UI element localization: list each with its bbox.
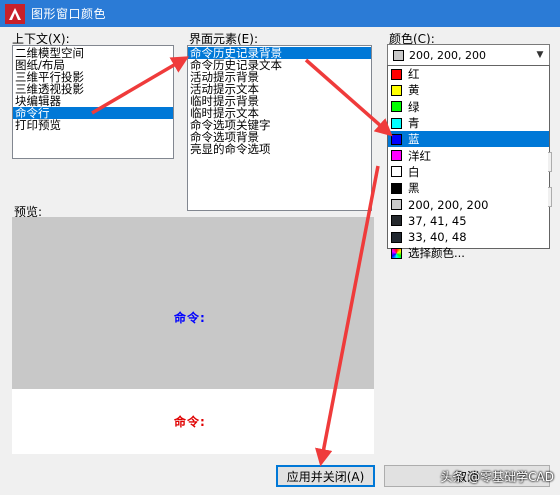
preview-panel: 命令: 命令: — [12, 217, 374, 454]
color-option-label: 黑 — [408, 181, 420, 196]
color-option[interactable]: 绿 — [388, 99, 549, 115]
list-item[interactable]: 亮显的命令选项 — [188, 143, 371, 155]
color-swatch-icon — [391, 166, 402, 178]
color-option[interactable]: 红 — [388, 66, 549, 82]
color-option-label: 绿 — [408, 99, 420, 114]
color-swatch-icon — [391, 199, 402, 211]
color-option-label: 200, 200, 200 — [408, 197, 489, 212]
window-title: 图形窗口颜色 — [31, 7, 107, 21]
preview-command-line-area: 命令: — [12, 389, 374, 454]
color-swatch-icon — [391, 247, 402, 259]
autocad-logo-icon — [5, 3, 25, 24]
color-option-label: 37, 41, 45 — [408, 213, 467, 228]
color-swatch-icon — [391, 215, 402, 227]
color-dropdown-list[interactable]: 红黄绿青蓝洋红白黑 200, 200, 200 37, 41, 45 33, 40, … — [387, 65, 550, 260]
color-option[interactable]: 黑 — [388, 180, 549, 196]
color-swatch-icon — [391, 150, 402, 162]
color-option-label: 33, 40, 48 — [408, 230, 467, 245]
apply-and-close-button[interactable]: 应用并关闭(A) — [276, 465, 375, 487]
color-option[interactable]: 白 — [388, 164, 549, 180]
preview-command-text: 命令: — [174, 311, 206, 325]
color-swatch-icon — [391, 117, 402, 129]
color-option-label: 青 — [408, 116, 420, 131]
color-combobox-value: 200, 200, 200 — [409, 48, 486, 62]
color-option[interactable]: 黄 — [388, 82, 549, 98]
hidden-button-edge — [548, 187, 552, 207]
color-option[interactable]: 蓝 — [388, 131, 549, 148]
current-color-swatch — [393, 49, 404, 61]
hidden-button-edge — [548, 152, 552, 172]
color-option[interactable]: 37, 41, 45 — [388, 213, 549, 229]
interface-elements-listbox[interactable]: 命令历史记录背景 命令历史记录文本 活动提示背景 活动提示文本 临时提示背景 临时提示文本… — [187, 45, 372, 211]
color-option-label: 选择颜色... — [408, 246, 465, 261]
color-option[interactable]: 青 — [388, 115, 549, 131]
color-swatch-icon — [391, 101, 402, 113]
color-option-label: 洋红 — [408, 148, 431, 163]
color-option-label: 红 — [408, 67, 420, 82]
title-bar: 图形窗口颜色 — [0, 0, 560, 27]
color-swatch-icon — [391, 133, 402, 145]
color-swatch-icon — [391, 182, 402, 194]
color-option-label: 蓝 — [408, 132, 420, 147]
color-swatch-icon — [391, 84, 402, 96]
color-option[interactable]: 33, 40, 48 — [388, 229, 549, 245]
color-option[interactable]: 选择颜色... — [388, 245, 549, 261]
color-swatch-icon — [391, 231, 402, 243]
dialog-body: 上下文(X): 二维模型空间 图纸/布局 三维平行投影 三维透视投影 块编辑器 命令行 打印… — [0, 27, 560, 495]
color-option[interactable]: 200, 200, 200 — [388, 196, 549, 212]
watermark-text: 头条 @零基础学CAD — [440, 470, 554, 484]
color-option-label: 白 — [408, 164, 420, 179]
preview-command-history-area: 命令: — [12, 217, 374, 389]
color-option[interactable]: 洋红 — [388, 147, 549, 163]
color-combobox[interactable]: 200, 200, 200 ▼ — [387, 44, 550, 66]
color-swatch-icon — [391, 68, 402, 80]
chevron-down-icon[interactable]: ▼ — [531, 50, 549, 60]
color-option-label: 黄 — [408, 83, 420, 98]
list-item[interactable]: 打印预览 — [13, 119, 173, 131]
context-listbox[interactable]: 二维模型空间 图纸/布局 三维平行投影 三维透视投影 块编辑器 命令行 打印预览 — [12, 45, 174, 159]
preview-command-line-text: 命令: — [174, 415, 206, 429]
